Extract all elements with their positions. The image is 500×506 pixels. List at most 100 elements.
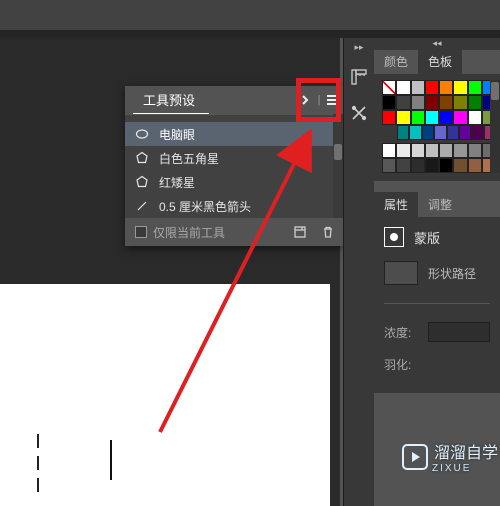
swatch[interactable] bbox=[447, 125, 459, 140]
list-item[interactable]: 白色五角星 bbox=[125, 146, 343, 170]
tab-properties[interactable]: 属性 bbox=[374, 192, 418, 217]
swatch[interactable] bbox=[396, 95, 410, 110]
scrollbar[interactable] bbox=[333, 114, 343, 218]
mask-label: 蒙版 bbox=[414, 228, 440, 247]
density-label: 浓度: bbox=[384, 324, 420, 341]
restrict-label: 仅限当前工具 bbox=[153, 224, 225, 241]
swatch[interactable] bbox=[468, 110, 482, 125]
swatch[interactable] bbox=[468, 143, 482, 158]
swatch[interactable] bbox=[439, 95, 453, 110]
swatch[interactable] bbox=[453, 158, 467, 173]
canvas-mark bbox=[37, 478, 39, 492]
density-row: 浓度: bbox=[384, 322, 490, 342]
density-input[interactable] bbox=[428, 322, 490, 342]
separator bbox=[384, 303, 490, 304]
swatch[interactable] bbox=[439, 80, 453, 95]
tools-cross-icon[interactable] bbox=[348, 102, 370, 124]
canvas[interactable] bbox=[0, 284, 330, 506]
swatch[interactable] bbox=[397, 125, 409, 140]
swatch[interactable] bbox=[382, 158, 396, 173]
polygon-icon bbox=[135, 175, 149, 189]
swatch[interactable] bbox=[382, 143, 396, 158]
tab-color[interactable]: 颜色 bbox=[374, 49, 418, 74]
swatch[interactable] bbox=[396, 80, 410, 95]
swatch[interactable] bbox=[453, 110, 467, 125]
swatch[interactable] bbox=[396, 143, 410, 158]
swatch[interactable] bbox=[439, 158, 453, 173]
list-item[interactable]: 0.5 厘米黑色箭头 bbox=[125, 194, 343, 218]
ruler-icon[interactable] bbox=[348, 66, 370, 88]
list-item-label: 0.5 厘米黑色箭头 bbox=[159, 198, 251, 215]
watermark: 溜溜自学 ZIXUE bbox=[402, 439, 498, 474]
swatch[interactable] bbox=[468, 80, 482, 95]
swatch[interactable] bbox=[425, 110, 439, 125]
feather-label: 羽化: bbox=[384, 356, 420, 373]
swatch[interactable] bbox=[468, 158, 482, 173]
swatch[interactable] bbox=[382, 80, 396, 95]
flyout-menu-icon[interactable] bbox=[325, 92, 341, 108]
feather-row: 羽化: bbox=[384, 356, 490, 373]
color-panel-tabs: 颜色 色板 bbox=[374, 50, 500, 74]
swatches-panel bbox=[374, 74, 500, 181]
swatch[interactable] bbox=[425, 158, 439, 173]
swatch[interactable] bbox=[411, 110, 425, 125]
panel-footer: 仅限当前工具 bbox=[125, 218, 343, 246]
swatch[interactable] bbox=[396, 158, 410, 173]
swatch[interactable] bbox=[453, 143, 467, 158]
swatch[interactable] bbox=[439, 110, 453, 125]
trash-icon[interactable] bbox=[321, 225, 335, 239]
properties-tabs: 属性 调整 bbox=[374, 193, 500, 217]
line-icon bbox=[135, 199, 149, 213]
app-toolbar bbox=[0, 0, 500, 30]
watermark-sub: ZIXUE bbox=[432, 463, 498, 474]
swatch[interactable] bbox=[468, 95, 482, 110]
swatch[interactable] bbox=[411, 143, 425, 158]
list-item-label: 电脑眼 bbox=[159, 126, 195, 143]
list-item[interactable]: 红矮星 bbox=[125, 170, 343, 194]
shape-path-row[interactable]: 形状路径 bbox=[384, 261, 490, 285]
swatch[interactable] bbox=[459, 125, 471, 140]
panel-title: 工具预设 bbox=[133, 86, 209, 115]
ellipse-icon bbox=[135, 127, 149, 141]
scrollbar-thumb[interactable] bbox=[491, 82, 499, 100]
swatch[interactable] bbox=[411, 80, 425, 95]
mask-row: 蒙版 bbox=[384, 227, 490, 247]
swatch[interactable] bbox=[409, 125, 421, 140]
swatch[interactable] bbox=[382, 110, 396, 125]
canvas-mark bbox=[110, 440, 112, 480]
watermark-text: 溜溜自学 bbox=[434, 439, 498, 463]
divider bbox=[0, 30, 500, 38]
mask-icon bbox=[384, 227, 404, 247]
new-preset-icon[interactable] bbox=[293, 225, 307, 239]
swatch[interactable] bbox=[439, 143, 453, 158]
swatch[interactable] bbox=[382, 95, 396, 110]
swatch[interactable] bbox=[411, 95, 425, 110]
swatch[interactable] bbox=[425, 143, 439, 158]
properties-body: 蒙版 形状路径 浓度: 羽化: bbox=[374, 217, 500, 393]
swatch[interactable] bbox=[471, 125, 483, 140]
scrollbar-thumb[interactable] bbox=[334, 144, 342, 160]
right-panels: ◂◂ 颜色 色板 属性 调整 蒙版 形状路径 浓度: bbox=[374, 38, 500, 506]
collapse-icon[interactable] bbox=[297, 92, 313, 108]
swatch[interactable] bbox=[453, 95, 467, 110]
list-item-label: 白色五角星 bbox=[159, 150, 219, 167]
collapse-icon[interactable]: ▸▸ bbox=[345, 42, 373, 52]
swatch[interactable] bbox=[453, 80, 467, 95]
tool-preset-panel: 工具预设 | 电脑眼 白色五角星 红矮星 bbox=[125, 86, 343, 246]
swatch[interactable] bbox=[425, 95, 439, 110]
checkbox[interactable] bbox=[135, 226, 147, 238]
tab-swatches[interactable]: 色板 bbox=[418, 49, 462, 74]
restrict-current-tool[interactable]: 仅限当前工具 bbox=[133, 224, 225, 241]
list-item[interactable] bbox=[125, 114, 343, 122]
shape-path-label: 形状路径 bbox=[428, 265, 476, 282]
separator-icon: | bbox=[317, 92, 321, 108]
panel-header: 工具预设 | bbox=[125, 86, 343, 114]
scrollbar[interactable] bbox=[490, 80, 500, 173]
list-item[interactable]: 电脑眼 bbox=[125, 122, 343, 146]
swatch[interactable] bbox=[411, 158, 425, 173]
swatch[interactable] bbox=[425, 80, 439, 95]
swatch[interactable] bbox=[434, 125, 446, 140]
tab-adjust[interactable]: 调整 bbox=[418, 192, 462, 217]
swatch[interactable] bbox=[396, 110, 410, 125]
swatch[interactable] bbox=[422, 125, 434, 140]
